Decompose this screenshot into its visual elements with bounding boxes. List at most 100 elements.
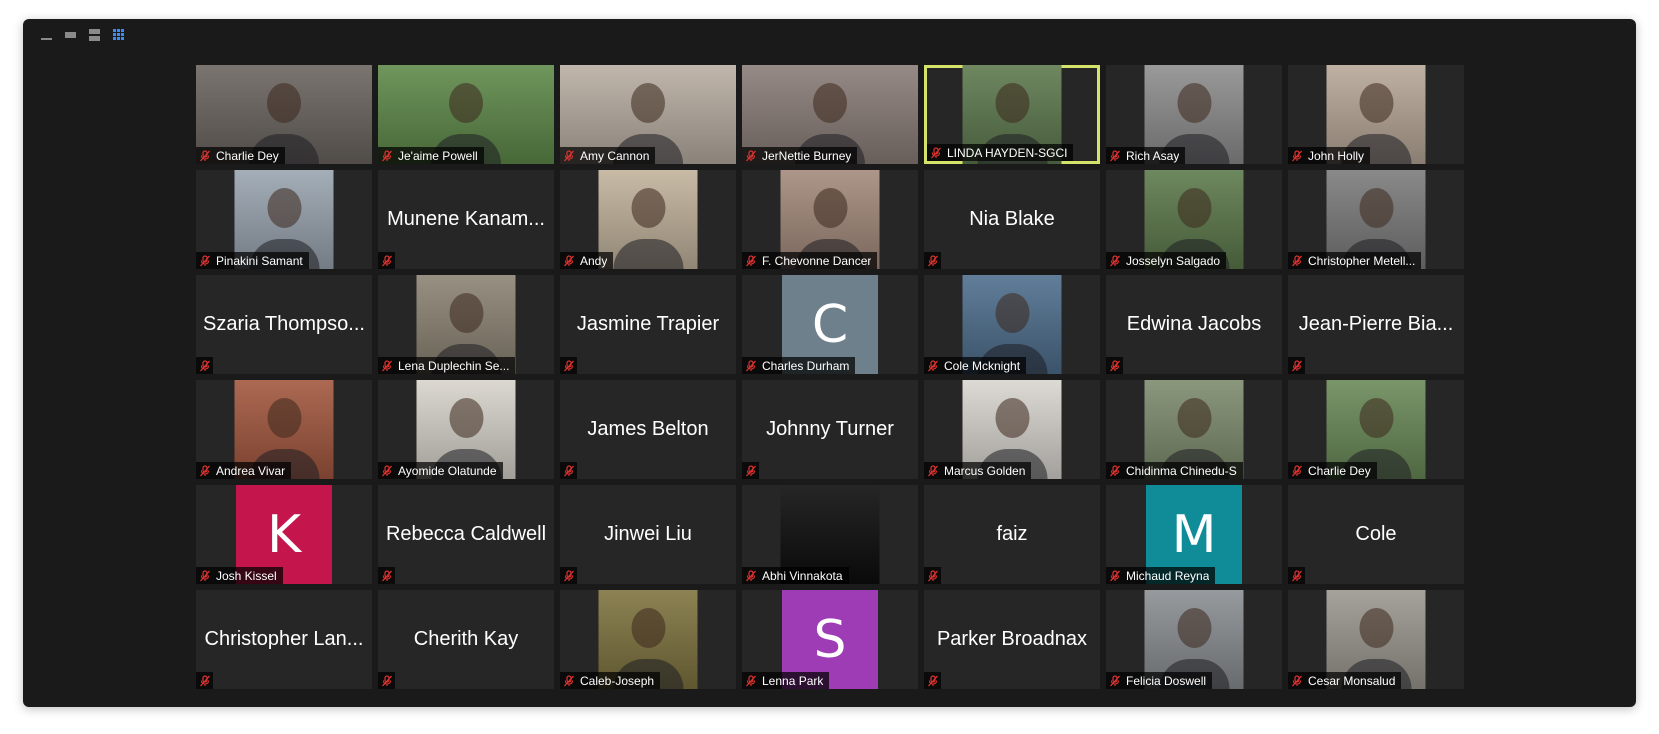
muted-mic-icon: [200, 569, 210, 581]
participant-tile[interactable]: JerNettie Burney: [742, 65, 918, 164]
participant-tile[interactable]: Pinakini Samant: [196, 170, 372, 269]
participant-tile[interactable]: Jasmine Trapier: [560, 275, 736, 374]
participant-tile[interactable]: Johnny Turner: [742, 380, 918, 479]
muted-mic-icon: [746, 359, 756, 371]
participant-tile[interactable]: Je'aime Powell: [378, 65, 554, 164]
participant-name: JerNettie Burney: [762, 148, 852, 163]
gallery-view-icon[interactable]: [111, 28, 127, 42]
participant-tile[interactable]: Abhi Vinnakota: [742, 485, 918, 584]
participant-tile[interactable]: M Michaud Reyna: [1106, 485, 1282, 584]
participant-tile[interactable]: Cesar Monsalud: [1288, 590, 1464, 689]
person-silhouette: [995, 398, 1029, 438]
person-silhouette: [449, 83, 483, 123]
participant-tile[interactable]: faiz: [924, 485, 1100, 584]
participant-name-display: James Belton: [564, 380, 732, 479]
participant-name: faiz: [996, 523, 1028, 545]
participant-tile[interactable]: Szaria Thompso...: [196, 275, 372, 374]
participant-name: Charlie Dey: [1308, 463, 1371, 478]
participant-name-display: Cherith Kay: [382, 590, 550, 689]
participant-tile[interactable]: Andrea Vivar: [196, 380, 372, 479]
participant-tile[interactable]: Jinwei Liu: [560, 485, 736, 584]
name-label: Lenna Park: [742, 672, 830, 689]
participant-tile[interactable]: Christopher Lan...: [196, 590, 372, 689]
participant-tile[interactable]: Rebecca Caldwell: [378, 485, 554, 584]
participant-tile[interactable]: Cole: [1288, 485, 1464, 584]
participant-tile[interactable]: Parker Broadnax: [924, 590, 1100, 689]
muted-mic-icon: [200, 254, 210, 266]
person-silhouette: [1359, 398, 1393, 438]
participant-tile[interactable]: Cherith Kay: [378, 590, 554, 689]
participant-tile[interactable]: Nia Blake: [924, 170, 1100, 269]
strip-view-icon[interactable]: [63, 28, 79, 42]
participant-name: Jasmine Trapier: [576, 313, 720, 335]
muted-mic-icon: [564, 674, 574, 686]
participant-tile[interactable]: Munene Kanam...: [378, 170, 554, 269]
participant-tile[interactable]: Chidinma Chinedu-S: [1106, 380, 1282, 479]
speaker-view-icon[interactable]: [87, 28, 103, 42]
participant-tile[interactable]: Caleb-Joseph: [560, 590, 736, 689]
participant-tile[interactable]: Lena Duplechin Se...: [378, 275, 554, 374]
name-label: Charlie Dey: [196, 147, 285, 164]
participant-tile[interactable]: Rich Asay: [1106, 65, 1282, 164]
name-label: Felicia Doswell: [1106, 672, 1213, 689]
participant-tile[interactable]: John Holly: [1288, 65, 1464, 164]
muted-mic-icon: [564, 254, 574, 266]
muted-mic-icon: [928, 464, 938, 476]
participant-tile[interactable]: James Belton: [560, 380, 736, 479]
muted-mic-icon: [927, 569, 938, 581]
muted-mic-icon: [1292, 464, 1302, 476]
person-silhouette: [1359, 83, 1393, 123]
participant-tile[interactable]: Ayomide Olatunde: [378, 380, 554, 479]
participant-name: John Holly: [1308, 148, 1365, 163]
name-label: JerNettie Burney: [742, 147, 858, 164]
muted-mic-icon: [200, 464, 210, 476]
participant-tile[interactable]: Marcus Golden: [924, 380, 1100, 479]
person-silhouette: [267, 83, 301, 123]
participant-tile[interactable]: Charlie Dey: [196, 65, 372, 164]
muted-mic-icon: [1110, 149, 1120, 161]
participant-name-display: Edwina Jacobs: [1110, 275, 1278, 374]
participant-tile[interactable]: Charlie Dey: [1288, 380, 1464, 479]
participant-tile[interactable]: Christopher Metell...: [1288, 170, 1464, 269]
participant-name: Andrea Vivar: [216, 463, 286, 478]
participant-tile[interactable]: Josselyn Salgado: [1106, 170, 1282, 269]
participant-name: Pinakini Samant: [216, 253, 303, 268]
participant-name: Josh Kissel: [216, 568, 277, 583]
name-label: Ayomide Olatunde: [378, 462, 503, 479]
muted-mic-icon: [382, 359, 392, 371]
muted-mic-icon: [564, 149, 574, 161]
person-silhouette: [995, 83, 1029, 123]
mute-indicator: [378, 252, 395, 269]
zoom-gallery-window: Charlie Dey Je'aime Powell Amy Cannon JerNe…: [23, 19, 1636, 707]
participant-tile[interactable]: Andy: [560, 170, 736, 269]
name-label: Abhi Vinnakota: [742, 567, 849, 584]
participant-tile[interactable]: LINDA HAYDEN-SGCI: [924, 65, 1100, 164]
participant-name-display: Christopher Lan...: [200, 590, 368, 689]
name-label: Charles Durham: [742, 357, 856, 374]
participant-tile[interactable]: Amy Cannon: [560, 65, 736, 164]
participant-name: Jean-Pierre Bia...: [1298, 313, 1454, 335]
person-silhouette: [1177, 608, 1211, 648]
muted-mic-icon: [927, 254, 938, 266]
name-label: Michaud Reyna: [1106, 567, 1216, 584]
muted-mic-icon: [1292, 254, 1302, 266]
muted-mic-icon: [1291, 569, 1302, 581]
participant-tile[interactable]: Cole Mcknight: [924, 275, 1100, 374]
participant-name-display: Jean-Pierre Bia...: [1292, 275, 1460, 374]
muted-mic-icon: [746, 674, 756, 686]
name-label: Je'aime Powell: [378, 147, 484, 164]
participant-name: Amy Cannon: [580, 148, 650, 163]
participant-name: Johnny Turner: [766, 418, 894, 440]
participant-tile[interactable]: F. Chevonne Dancer: [742, 170, 918, 269]
participant-tile[interactable]: Jean-Pierre Bia...: [1288, 275, 1464, 374]
participant-tile[interactable]: Edwina Jacobs: [1106, 275, 1282, 374]
participant-name: Christopher Lan...: [204, 628, 364, 650]
minimize-icon[interactable]: [39, 28, 55, 42]
participant-tile[interactable]: S Lenna Park: [742, 590, 918, 689]
participant-name: Charles Durham: [762, 358, 850, 373]
participant-tile[interactable]: C Charles Durham: [742, 275, 918, 374]
person-silhouette: [1177, 188, 1211, 228]
participant-tile[interactable]: K Josh Kissel: [196, 485, 372, 584]
participant-name: Lena Duplechin Se...: [398, 358, 510, 373]
participant-tile[interactable]: Felicia Doswell: [1106, 590, 1282, 689]
